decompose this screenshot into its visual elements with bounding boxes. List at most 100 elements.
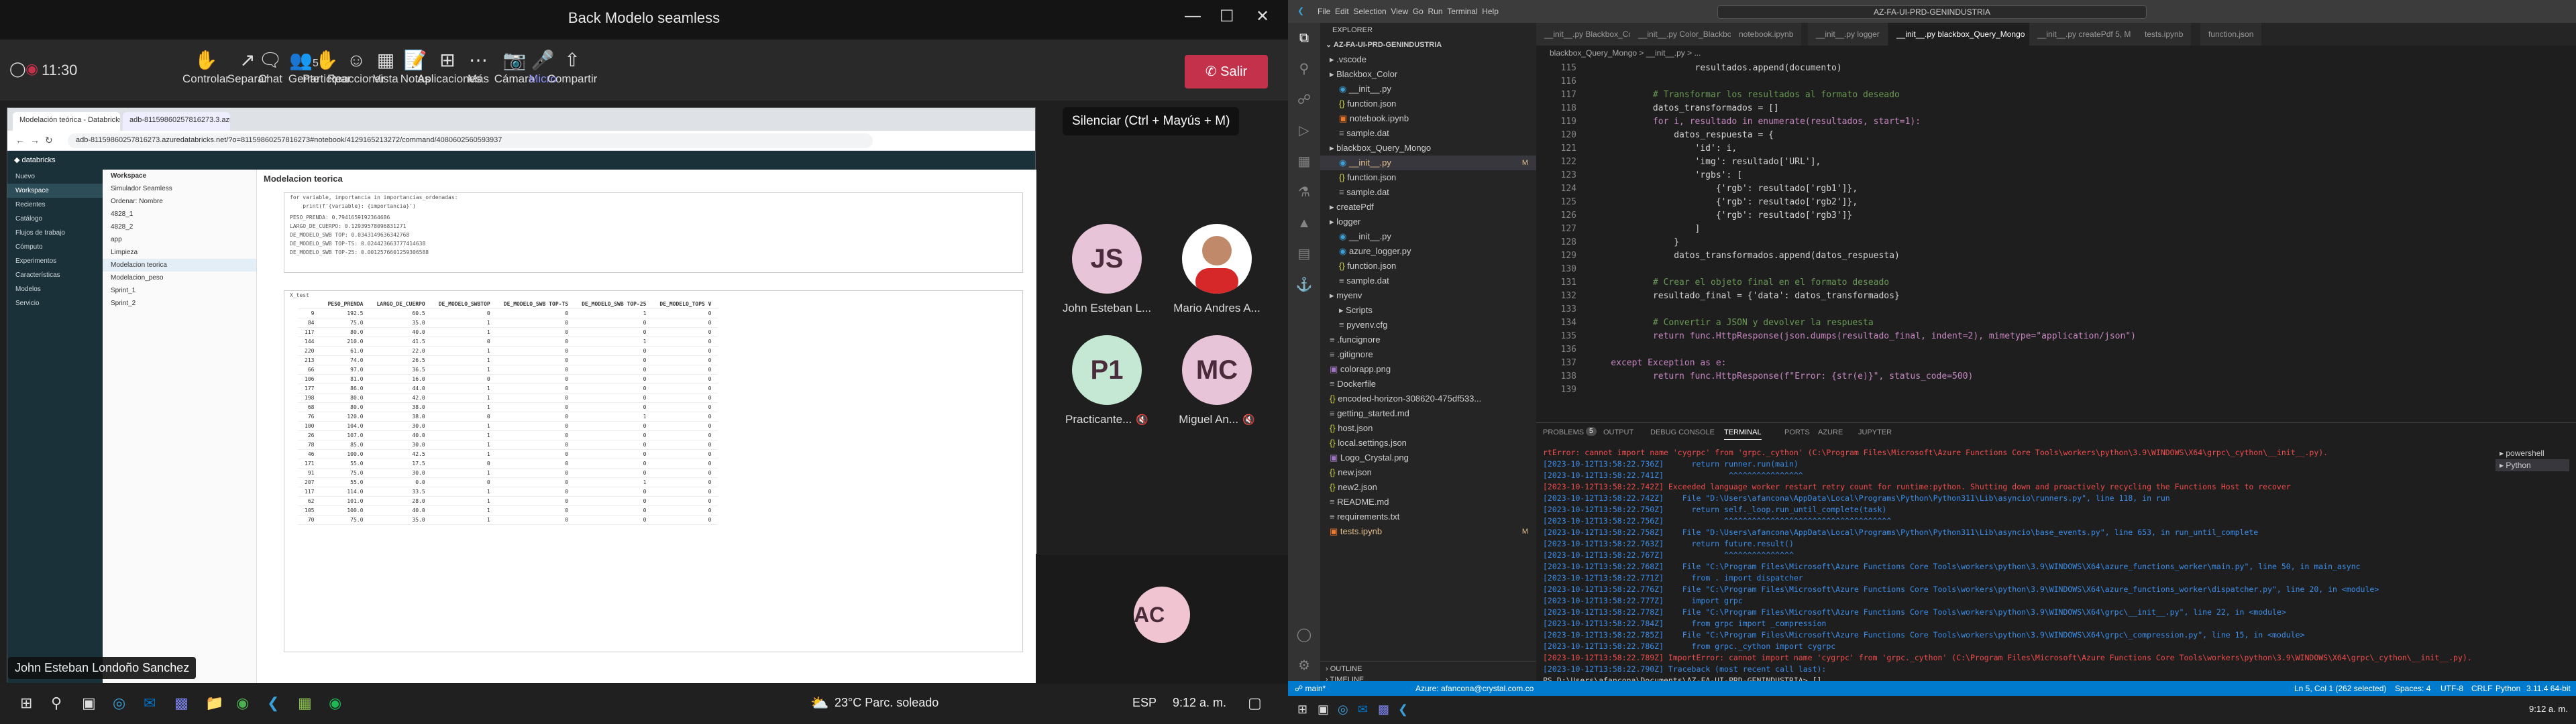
tree-folder[interactable]: ▸ Scripts <box>1320 303 1536 318</box>
tree-file[interactable]: ▣ notebook.ipynb <box>1320 111 1536 126</box>
tree-folder[interactable]: ▸ Blackbox_Color <box>1320 67 1536 82</box>
edge-icon[interactable]: ◎ <box>113 695 125 712</box>
tree-folder[interactable]: ▸ createPdf <box>1320 200 1536 215</box>
breadcrumb[interactable]: blackbox_Query_Mongo > __init__.py > ... <box>1536 46 2576 60</box>
account-icon[interactable]: ◯ <box>1288 619 1320 650</box>
editor-tab[interactable]: function.json <box>2200 23 2263 46</box>
workspace-item[interactable]: Simulador Seamless <box>103 182 256 195</box>
teams-icon[interactable]: ▩ <box>1378 703 1389 717</box>
tree-file[interactable]: ◉ azure_logger.py <box>1320 244 1536 259</box>
code-editor[interactable]: 115 resultados.append(documento) 116 117 #… <box>1536 60 2576 402</box>
close-icon[interactable]: ✕ <box>1256 7 1269 26</box>
tree-file[interactable]: ≡ getting_started.md <box>1320 406 1536 421</box>
editor-tab[interactable]: __init__.py createPdf 5, M <box>2029 23 2140 46</box>
browser-tab[interactable]: Modelación teórica - Databricks <box>13 112 120 131</box>
workspace-item[interactable]: 4828_1 <box>103 208 256 221</box>
sidebar-item[interactable]: Nuevo <box>7 170 103 184</box>
workspace-item[interactable]: Modelacion_peso <box>103 272 256 284</box>
indentation[interactable]: Spaces: 4 <box>2395 684 2430 693</box>
folder-icon[interactable]: 📁 <box>205 695 223 712</box>
panel-tab[interactable]: DEBUG CONSOLE <box>1650 428 1715 436</box>
tree-file[interactable]: ≡ README.md <box>1320 495 1536 509</box>
tree-file[interactable]: ◉ __init__.py M <box>1320 156 1536 170</box>
sidebar-item[interactable]: Modelos <box>7 282 103 296</box>
column-header[interactable]: PESO_PRENDA <box>321 300 370 309</box>
code-cell[interactable]: for variable, importancia in importancia… <box>284 192 1023 273</box>
workspace-item[interactable]: Ordenar: Nombre <box>103 195 256 208</box>
source-control-icon[interactable]: ☍ <box>1288 84 1320 115</box>
url-input[interactable]: adb-81159860257816273.azuredatabricks.ne… <box>68 133 873 148</box>
column-header[interactable]: DE_MODELO_TOPS V <box>653 300 718 309</box>
extensions-icon[interactable]: ▦ <box>1288 146 1320 177</box>
reload-icon[interactable]: ↻ <box>45 135 53 146</box>
forward-icon[interactable]: → <box>30 135 40 145</box>
notification-icon[interactable]: ▢ <box>1248 695 1262 712</box>
sidebar-item[interactable]: Cómputo <box>7 240 103 254</box>
language-mode[interactable]: Python <box>2496 684 2520 693</box>
tree-file[interactable]: ▣ tests.ipynb M <box>1320 524 1536 539</box>
tree-file[interactable]: ≡ sample.dat <box>1320 126 1536 141</box>
panel-tab[interactable]: TERMINAL <box>1724 428 1762 440</box>
edge-icon[interactable]: ◎ <box>1338 703 1348 717</box>
maximize-icon[interactable]: ☐ <box>1220 7 1234 26</box>
sidebar-item[interactable]: Flujos de trabajo <box>7 226 103 240</box>
tree-file[interactable]: ≡ sample.dat <box>1320 274 1536 288</box>
dataframe-cell[interactable]: X_test PESO_PRENDA LARGO_DE_CUERPO DE_MODE… <box>284 290 1023 652</box>
editor-tab[interactable]: notebook.ipynb <box>1731 23 1803 46</box>
workspace-item[interactable]: Sprint_2 <box>103 297 256 310</box>
tree-file[interactable]: ≡ requirements.txt <box>1320 509 1536 524</box>
workspace-item[interactable]: 4828_2 <box>103 221 256 233</box>
panel-tab[interactable]: PORTS <box>1784 428 1810 436</box>
outlook-icon[interactable]: ✉ <box>1358 703 1368 717</box>
editor-tab[interactable]: __init__.py logger <box>1808 23 1888 46</box>
terminal-output[interactable]: rtError: cannot import name 'cygrpc' fro… <box>1543 447 2509 686</box>
tree-file[interactable]: {} function.json <box>1320 97 1536 111</box>
python-version[interactable]: 3.11.4 64-bit <box>2526 684 2571 693</box>
workspace-item[interactable]: Workspace <box>103 170 256 182</box>
eol[interactable]: CRLF <box>2471 684 2492 693</box>
minimize-icon[interactable]: — <box>1185 7 1201 25</box>
excel-icon[interactable]: ▦ <box>298 695 312 712</box>
chrome-icon[interactable]: ◉ <box>236 695 249 712</box>
back-icon[interactable]: ← <box>15 135 25 145</box>
panel-tab[interactable]: PROBLEMS <box>1543 428 1584 436</box>
clock[interactable]: 9:12 a. m. <box>2529 704 2568 714</box>
column-header[interactable]: DE_MODELO_SWB TOP-TS <box>496 300 576 309</box>
participant-tile[interactable]: Mario Andres A... <box>1170 224 1264 315</box>
panel-tab[interactable]: OUTPUT <box>1603 428 1633 436</box>
tree-file[interactable]: ▣ Logo_Crystal.png <box>1320 450 1536 465</box>
panel-tab[interactable]: AZURE <box>1818 428 1843 436</box>
outline-section[interactable]: › OUTLINE <box>1320 661 1536 676</box>
editor-tab[interactable]: __init__.py blackbox_Query_Mongo <box>1888 23 2034 46</box>
tree-file[interactable]: ≡ pyvenv.cfg <box>1320 318 1536 333</box>
column-header[interactable]: LARGO_DE_CUERPO <box>370 300 432 309</box>
search-icon[interactable]: ⚲ <box>51 695 62 712</box>
tree-file[interactable]: {} encoded-horizon-308620-475df533... <box>1320 391 1536 406</box>
participant-tile[interactable]: MC Miguel An... 🔇 <box>1170 335 1264 426</box>
task-view-icon[interactable]: ▣ <box>82 695 96 712</box>
tree-folder[interactable]: ▸ logger <box>1320 215 1536 229</box>
azure-account[interactable]: Azure: afancona@crystal.com.co <box>1415 684 1534 693</box>
leave-button[interactable]: ✆ Salir <box>1185 55 1268 88</box>
windows-start-icon[interactable]: ⊞ <box>20 695 32 712</box>
clock[interactable]: 9:12 a. m. <box>1173 696 1226 710</box>
panel-tab[interactable]: JUPYTER <box>1858 428 1892 436</box>
spotify-icon[interactable]: ◉ <box>329 695 341 712</box>
participant-tile[interactable]: JS John Esteban L... <box>1060 224 1154 315</box>
tree-file[interactable]: ≡ sample.dat <box>1320 185 1536 200</box>
sidebar-item[interactable]: Catálogo <box>7 212 103 226</box>
column-header[interactable]: DE_MODELO_SWB TOP-25 <box>575 300 653 309</box>
participant-tile[interactable]: P1 Practicante... 🔇 <box>1060 335 1154 426</box>
tree-folder[interactable]: ▸ .vscode <box>1320 52 1536 67</box>
run-debug-icon[interactable]: ▷ <box>1288 115 1320 146</box>
workspace-item[interactable]: Modelacion teorica <box>103 259 256 272</box>
task-view-icon[interactable]: ▣ <box>1318 703 1329 717</box>
testing-icon[interactable]: ⚗ <box>1288 177 1320 208</box>
teams-icon[interactable]: ▩ <box>174 695 189 712</box>
workspace-root[interactable]: ⌄ AZ-FA-UI-PRD-GENINDUSTRIA <box>1320 38 1536 52</box>
weather-text[interactable]: 23°C Parc. soleado <box>835 696 938 710</box>
tree-file[interactable]: ◉ __init__.py <box>1320 229 1536 244</box>
sidebar-item[interactable]: Workspace <box>7 184 103 198</box>
tree-file[interactable]: {} new2.json <box>1320 480 1536 495</box>
vscode-icon[interactable]: ❮ <box>1398 703 1408 717</box>
